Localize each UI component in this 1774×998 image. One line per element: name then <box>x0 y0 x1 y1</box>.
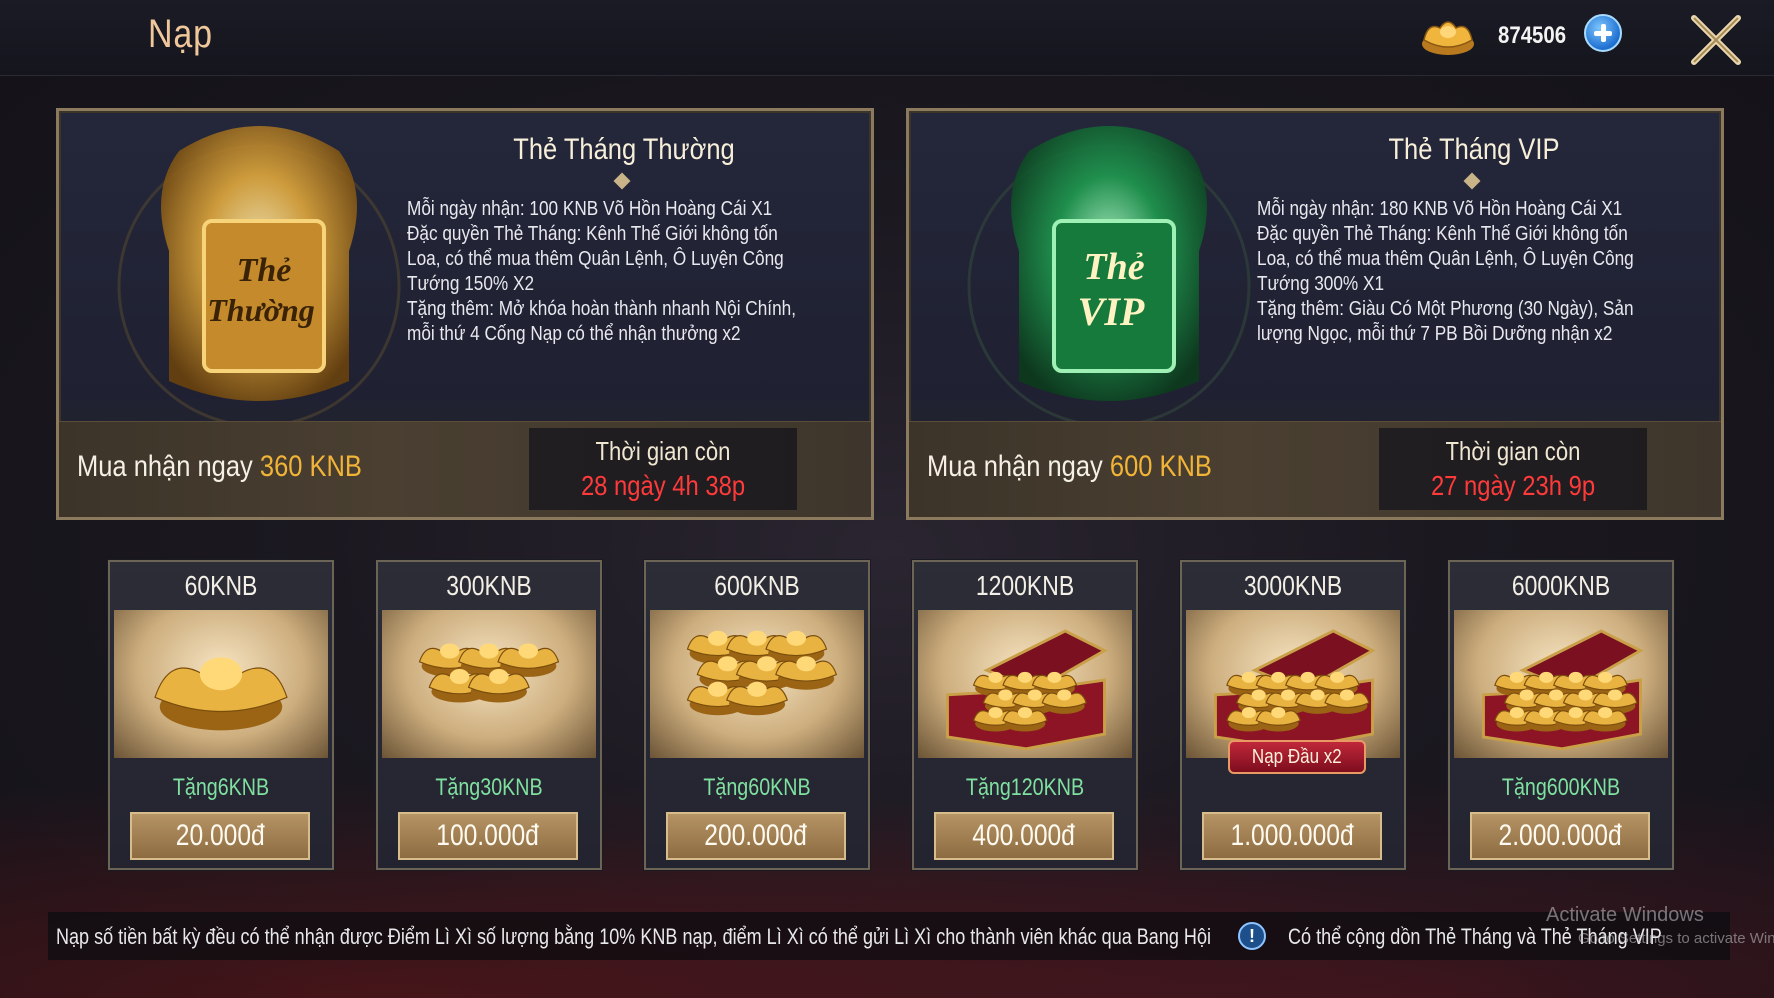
time-label: Thời gian còn <box>1445 436 1581 466</box>
price-label: 400.000đ <box>972 819 1076 852</box>
page-title: Nạp <box>148 12 213 56</box>
card-art-text-2: VIP <box>1078 289 1145 334</box>
pack-bonus: Tặng30KNB <box>435 774 543 801</box>
pack-card[interactable]: 6000KNB Tặng600KNB 2.000.000đ <box>1448 560 1674 870</box>
currency-value: 874506 <box>1498 22 1567 49</box>
price-label: 200.000đ <box>704 819 808 852</box>
ingot-shape <box>1324 689 1370 714</box>
price-label: 2.000.000đ <box>1498 819 1622 852</box>
buy-prefix: Mua nhận ngay <box>77 450 260 483</box>
card-title: Thẻ Tháng VIP <box>1388 133 1560 166</box>
pack-art <box>1186 610 1400 758</box>
pack-name: 60KNB <box>184 570 258 601</box>
pack-card[interactable]: 300KNB Tặng30KNB 100.000đ <box>376 560 602 870</box>
buy-amount: 360 KNB <box>259 450 362 483</box>
buy-reward-label: Mua nhận ngay 360 KNB <box>77 450 362 484</box>
pack-bonus: Tặng600KNB <box>1501 774 1621 801</box>
card-art-text-1: Thẻ <box>1083 246 1144 288</box>
buy-button[interactable]: 100.000đ <box>398 812 578 860</box>
time-remaining-box: Thời gian còn 28 ngày 4h 38p <box>529 428 797 510</box>
buy-button[interactable]: 20.000đ <box>130 812 310 860</box>
pack-bonus: Tặng60KNB <box>703 774 811 801</box>
card-description: Mỗi ngày nhận: 100 KNB Võ Hồn Hoàng Cái … <box>407 198 796 345</box>
buy-amount: 600 KNB <box>1109 450 1212 483</box>
buy-button[interactable]: 200.000đ <box>666 812 846 860</box>
buy-prefix: Mua nhận ngay <box>927 450 1110 483</box>
green-dragon-card-art: Thẻ VIP <box>967 126 1251 428</box>
notice-text: Nạp số tiền bất kỳ đều có thể nhận được … <box>56 924 1211 949</box>
price-label: 100.000đ <box>436 819 540 852</box>
pack-art <box>918 610 1132 758</box>
info-icon[interactable]: ! <box>1238 922 1266 950</box>
pack-name: 300KNB <box>446 570 532 601</box>
pack-card[interactable]: 600KNB Tặng60KNB 200.000đ <box>644 560 870 870</box>
card-title: Thẻ Tháng Thường <box>513 133 735 166</box>
buy-reward-label: Mua nhận ngay 600 KNB <box>927 450 1212 484</box>
treasure-chest-icon <box>1213 629 1376 751</box>
pack-name: 3000KNB <box>1243 570 1343 601</box>
monthly-card-normal[interactable]: Thẻ Thường Thẻ Tháng Thường Mỗi ngày nhậ… <box>56 108 874 520</box>
notice-bar: Nạp số tiền bất kỳ đều có thể nhận được … <box>48 912 1730 960</box>
pack-art <box>1454 610 1668 758</box>
pack-card[interactable]: 3000KNB Nạp Đầu x2 1.000.000đ <box>1180 560 1406 870</box>
card-footer: Mua nhận ngay 600 KNB Thời gian còn 27 n… <box>909 421 1721 517</box>
title-ornament <box>613 172 631 190</box>
add-currency-button[interactable] <box>1584 14 1622 52</box>
time-value: 28 ngày 4h 38p <box>580 470 746 501</box>
gold-ingot-pile-icon <box>418 643 560 703</box>
top-bar: Nạp 874506 <box>0 0 1774 76</box>
ingot-shape <box>1582 707 1628 732</box>
gold-ingot-icon <box>1422 21 1474 55</box>
pack-art <box>650 610 864 758</box>
time-value: 27 ngày 23h 9p <box>1430 470 1596 501</box>
card-art-text-2: Thường <box>207 292 314 328</box>
close-x-icon <box>1691 15 1741 65</box>
pack-name: 6000KNB <box>1511 570 1611 601</box>
title-ornament <box>1463 172 1481 190</box>
price-label: 20.000đ <box>175 819 265 852</box>
card-footer: Mua nhận ngay 360 KNB Thời gian còn 28 n… <box>59 421 871 517</box>
ingot-shape <box>154 657 288 731</box>
treasure-chest-icon <box>1481 629 1644 751</box>
close-button[interactable] <box>1688 12 1744 68</box>
gold-ingot-icon <box>154 657 288 731</box>
os-watermark-subtitle: Go to Settings to activate Windows <box>1578 930 1774 947</box>
ingot-shape <box>1002 707 1048 732</box>
buy-button[interactable]: 400.000đ <box>934 812 1114 860</box>
price-label: 1.000.000đ <box>1230 819 1354 852</box>
treasure-chest-icon <box>945 629 1108 751</box>
gold-ingot-pile-icon <box>686 630 838 716</box>
first-recharge-badge: Nạp Đầu x2 <box>1228 740 1366 774</box>
pack-bonus: Tặng6KNB <box>172 774 270 801</box>
card-description: Mỗi ngày nhận: 180 KNB Võ Hồn Hoàng Cái … <box>1257 198 1634 345</box>
pack-name: 1200KNB <box>975 570 1075 601</box>
pack-card[interactable]: 60KNB Tặng6KNB 20.000đ <box>108 560 334 870</box>
time-label: Thời gian còn <box>595 436 731 466</box>
buy-button[interactable]: 1.000.000đ <box>1202 812 1382 860</box>
ingot-shape <box>1041 689 1087 714</box>
pack-art <box>382 610 596 758</box>
pack-art <box>114 610 328 758</box>
pack-name: 600KNB <box>714 570 800 601</box>
pack-bonus: Tặng120KNB <box>965 774 1085 801</box>
gold-dragon-card-art: Thẻ Thường <box>117 126 401 428</box>
os-watermark-title: Activate Windows <box>1546 904 1704 926</box>
time-remaining-box: Thời gian còn 27 ngày 23h 9p <box>1379 428 1647 510</box>
ingot-shape <box>1255 707 1301 732</box>
monthly-card-vip[interactable]: Thẻ VIP Thẻ Tháng VIP Mỗi ngày nhận: 180… <box>906 108 1724 520</box>
buy-button[interactable]: 2.000.000đ <box>1470 812 1650 860</box>
pack-card[interactable]: 1200KNB Tặng120KNB 400.000đ <box>912 560 1138 870</box>
card-art-text-1: Thẻ <box>237 252 292 289</box>
